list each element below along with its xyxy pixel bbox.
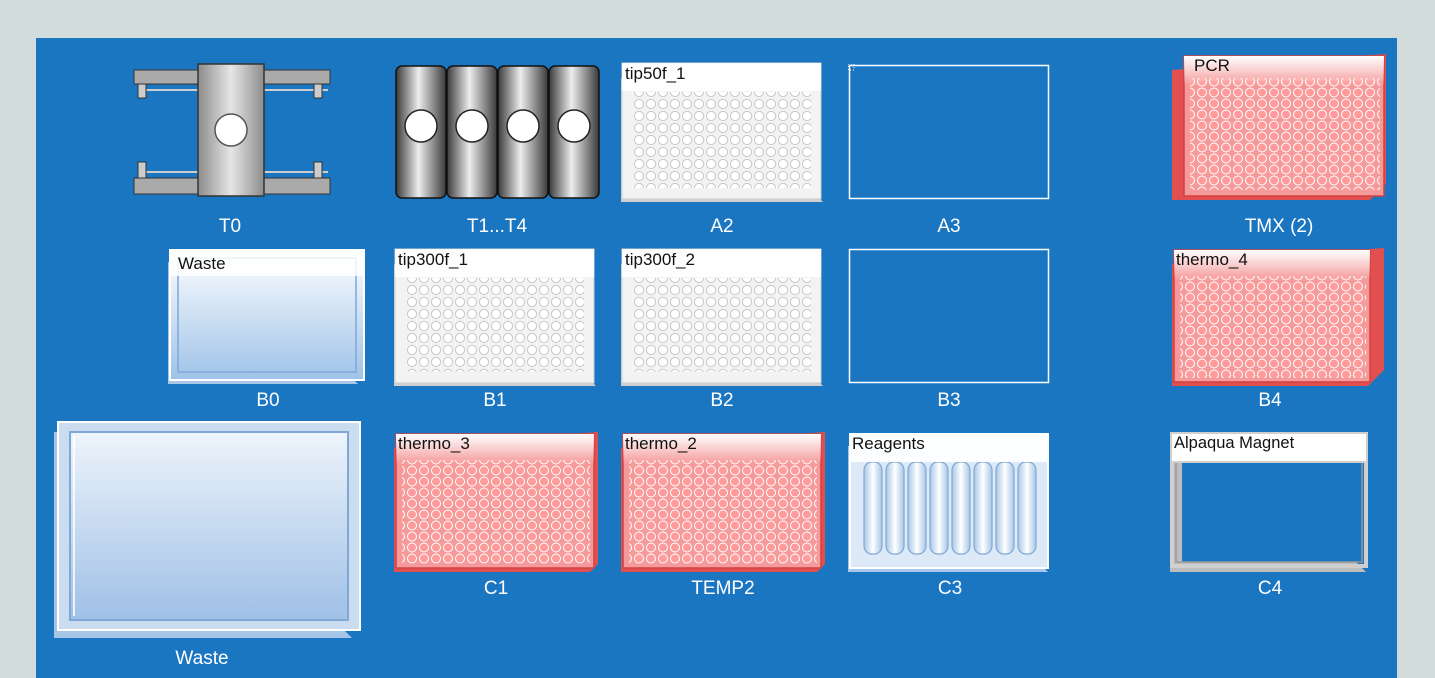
slot-label: B0 xyxy=(256,390,280,411)
slot-b2[interactable]: tip300f_2 B2 xyxy=(621,248,823,424)
labware-title: Reagents xyxy=(852,434,925,453)
reagent-trough-icon: Reagents xyxy=(848,432,1052,572)
labware-title: tip300f_1 xyxy=(398,250,468,269)
slot-waste-large[interactable]: Waste xyxy=(52,418,364,676)
thermo-plate-icon: thermo_4 xyxy=(1172,248,1384,386)
tip-rack-icon: tip300f_1 xyxy=(394,248,596,386)
tube-rack-icon xyxy=(128,60,332,202)
slot-b3[interactable]: B3 xyxy=(848,248,1050,424)
slot-c4[interactable]: Alpaqua Magnet C4 xyxy=(1170,432,1370,608)
labware-title: thermo_2 xyxy=(625,434,697,453)
labware-title: tip50f_1 xyxy=(625,64,686,83)
labware-title: thermo_3 xyxy=(398,434,470,453)
trough-icon xyxy=(52,418,364,640)
slot-label: C1 xyxy=(483,578,509,599)
labware-title: Alpaqua Magnet xyxy=(1174,434,1295,452)
thermo-plate-icon: thermo_2 xyxy=(621,432,825,572)
tip-rack-icon: tip300f_2 xyxy=(621,248,823,386)
slot-b1[interactable]: tip300f_1 B1 xyxy=(394,248,596,424)
slot-tmx[interactable]: PCR TMX (2) xyxy=(1172,54,1386,238)
slot-a2[interactable]: tip50f_1 A2 xyxy=(621,62,823,238)
slot-b0[interactable]: Waste B0 xyxy=(168,248,368,424)
slot-label: Waste xyxy=(175,648,229,669)
slot-t1-t4[interactable]: T1...T4 xyxy=(394,62,600,238)
labware-title: tip300f_2 xyxy=(625,250,695,269)
tip-rack-icon: tip50f_1 xyxy=(621,62,823,202)
slot-b4[interactable]: thermo_4 B4 xyxy=(1172,248,1384,424)
labware-title: Waste xyxy=(178,254,226,273)
empty-slot-outline xyxy=(848,248,1050,384)
slot-label: B1 xyxy=(483,390,507,411)
reservoir-icon: Waste xyxy=(168,248,368,384)
slot-label: B4 xyxy=(1258,390,1282,411)
empty-slot-outline xyxy=(847,63,1050,200)
slot-c1[interactable]: thermo_3 C1 xyxy=(394,432,598,608)
slot-c3[interactable]: Reagents C3 xyxy=(848,432,1052,608)
slot-temp2[interactable]: thermo_2 TEMP2 xyxy=(621,432,825,608)
slot-label: A3 xyxy=(937,216,961,237)
slot-label: B3 xyxy=(937,390,961,411)
slot-label: C3 xyxy=(937,578,963,599)
slot-label: B2 xyxy=(710,390,734,411)
slot-label: A2 xyxy=(710,216,734,237)
thermo-plate-icon: thermo_3 xyxy=(394,432,598,572)
slot-label: T1...T4 xyxy=(466,216,528,237)
labware-title: PCR xyxy=(1194,56,1230,75)
slot-label: TEMP2 xyxy=(691,578,755,599)
magnet-plate-icon: Alpaqua Magnet xyxy=(1170,432,1370,572)
pcr-plate-icon: PCR xyxy=(1172,54,1386,200)
deck-layout: T0 T1...T4 tip50f_1 A2 A3 PCR TMX (2) Wa… xyxy=(36,38,1397,678)
slot-a3[interactable]: A3 xyxy=(847,63,1050,238)
slot-t0[interactable]: T0 xyxy=(128,60,332,238)
slot-label: T0 xyxy=(218,216,242,237)
slot-label: TMX (2) xyxy=(1244,216,1314,237)
slot-label: C4 xyxy=(1257,578,1283,599)
labware-title: thermo_4 xyxy=(1176,250,1248,269)
thermo-block-icon xyxy=(394,62,600,202)
